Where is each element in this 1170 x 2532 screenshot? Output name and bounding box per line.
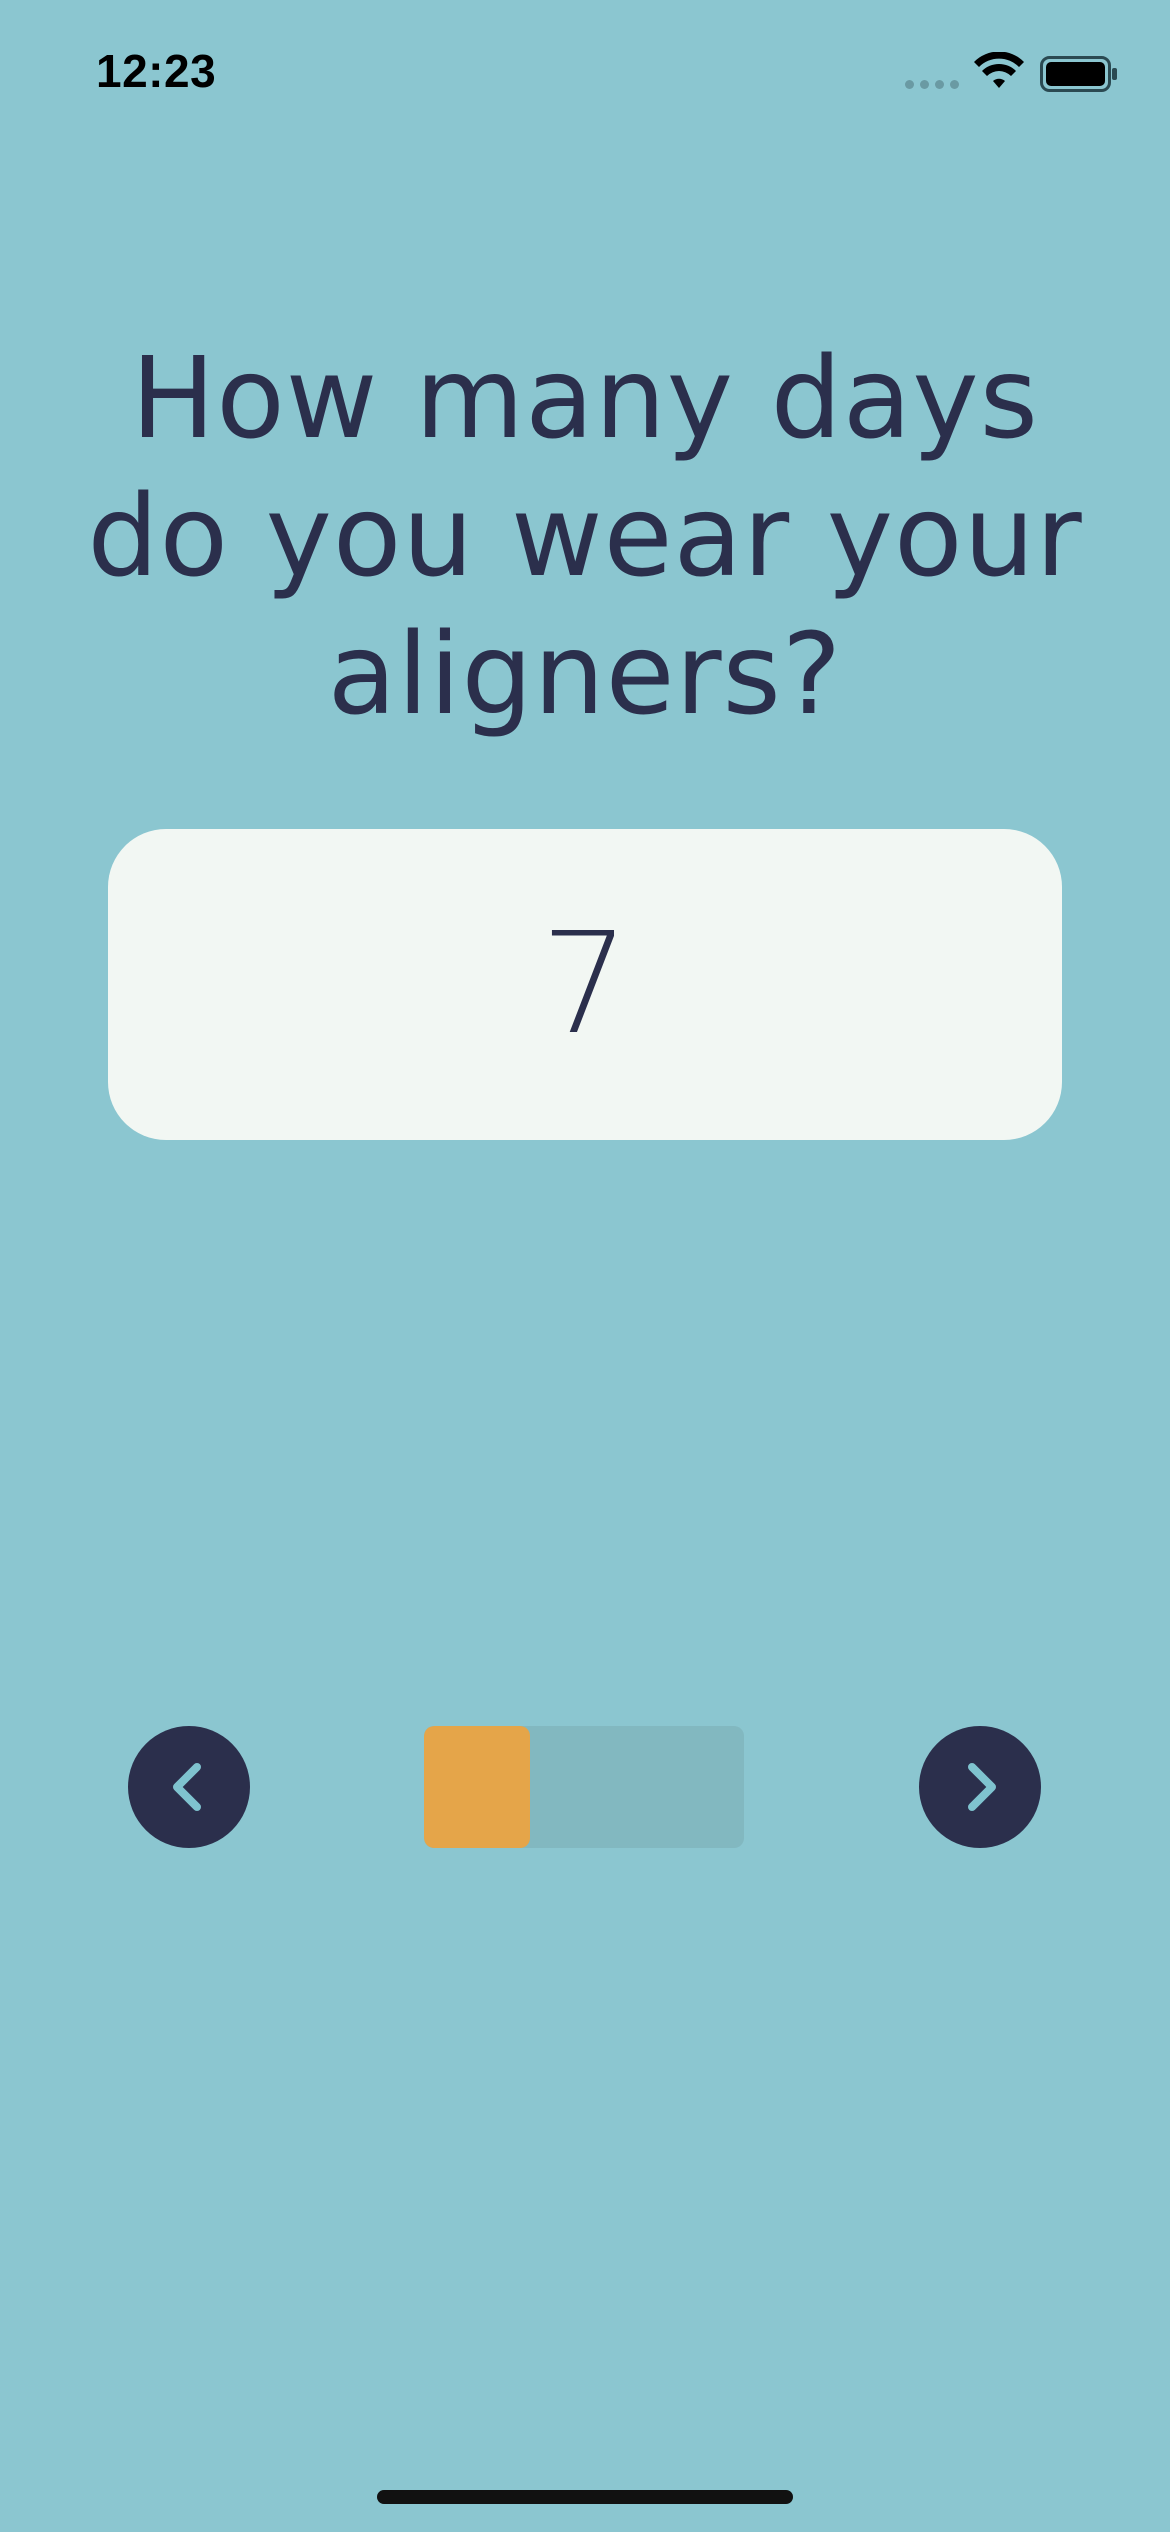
next-button[interactable] bbox=[919, 1726, 1041, 1848]
signal-icon bbox=[905, 80, 959, 89]
question-title: How many days do you wear your aligners? bbox=[87, 334, 1083, 740]
progress-fill bbox=[424, 1726, 530, 1848]
battery-icon bbox=[1040, 56, 1117, 92]
answer-field[interactable]: 7 bbox=[108, 829, 1062, 1140]
status-time: 12:23 bbox=[96, 45, 217, 97]
previous-button[interactable] bbox=[128, 1726, 250, 1848]
chevron-right-icon bbox=[968, 1763, 996, 1811]
answer-value: 7 bbox=[540, 902, 630, 1066]
progress-bar bbox=[424, 1726, 744, 1848]
chevron-left-icon bbox=[173, 1763, 201, 1811]
wifi-icon bbox=[974, 52, 1024, 88]
home-indicator[interactable] bbox=[377, 2490, 793, 2504]
